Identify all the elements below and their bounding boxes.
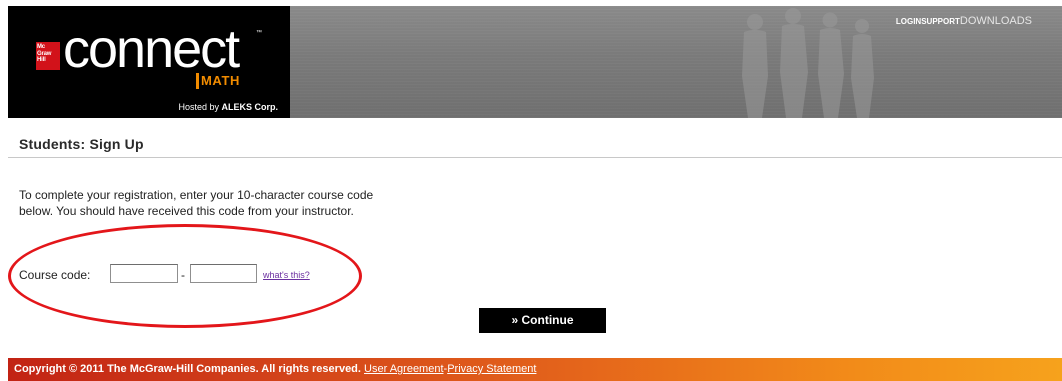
downloads-link[interactable]: DOWNLOADS — [960, 15, 1032, 27]
students-silhouette-image — [742, 8, 874, 118]
trademark-symbol: ™ — [256, 30, 262, 36]
support-link[interactable]: SUPPORT — [921, 17, 960, 26]
connect-math-logo: Mc Graw Hill connect ™ MATH Hosted by AL… — [8, 6, 290, 118]
privacy-statement-link[interactable]: Privacy Statement — [447, 363, 536, 375]
title-divider — [8, 157, 1062, 158]
copyright-text: Copyright © 2011 The McGraw-Hill Compani… — [14, 363, 361, 375]
footer-text: Copyright © 2011 The McGraw-Hill Compani… — [14, 363, 536, 375]
page: Mc Graw Hill connect ™ MATH Hosted by AL… — [8, 6, 1062, 381]
whats-this-link[interactable]: what's this? — [263, 270, 310, 280]
continue-button[interactable]: » Continue — [479, 308, 606, 333]
header: Mc Graw Hill connect ™ MATH Hosted by AL… — [8, 6, 1062, 118]
math-divider — [196, 73, 199, 89]
user-agreement-link[interactable]: User Agreement — [364, 363, 443, 375]
course-code-separator: - — [181, 268, 185, 282]
mcgraw-hill-logo: Mc Graw Hill — [36, 42, 60, 70]
math-label: MATH — [201, 73, 240, 88]
top-navigation: LOGINSUPPORTDOWNLOADS — [896, 14, 1032, 29]
course-code-label: Course code: — [19, 268, 91, 282]
course-code-part2-input[interactable] — [190, 264, 257, 283]
login-link[interactable]: LOGIN — [896, 17, 921, 26]
registration-instructions: To complete your registration, enter you… — [19, 188, 374, 218]
page-title: Students: Sign Up — [19, 136, 144, 152]
connect-wordmark: connect — [63, 19, 240, 79]
hosted-by-text: Hosted by ALEKS Corp. — [178, 102, 278, 112]
footer: Copyright © 2011 The McGraw-Hill Compani… — [8, 358, 1062, 381]
course-code-part1-input[interactable] — [110, 264, 178, 283]
